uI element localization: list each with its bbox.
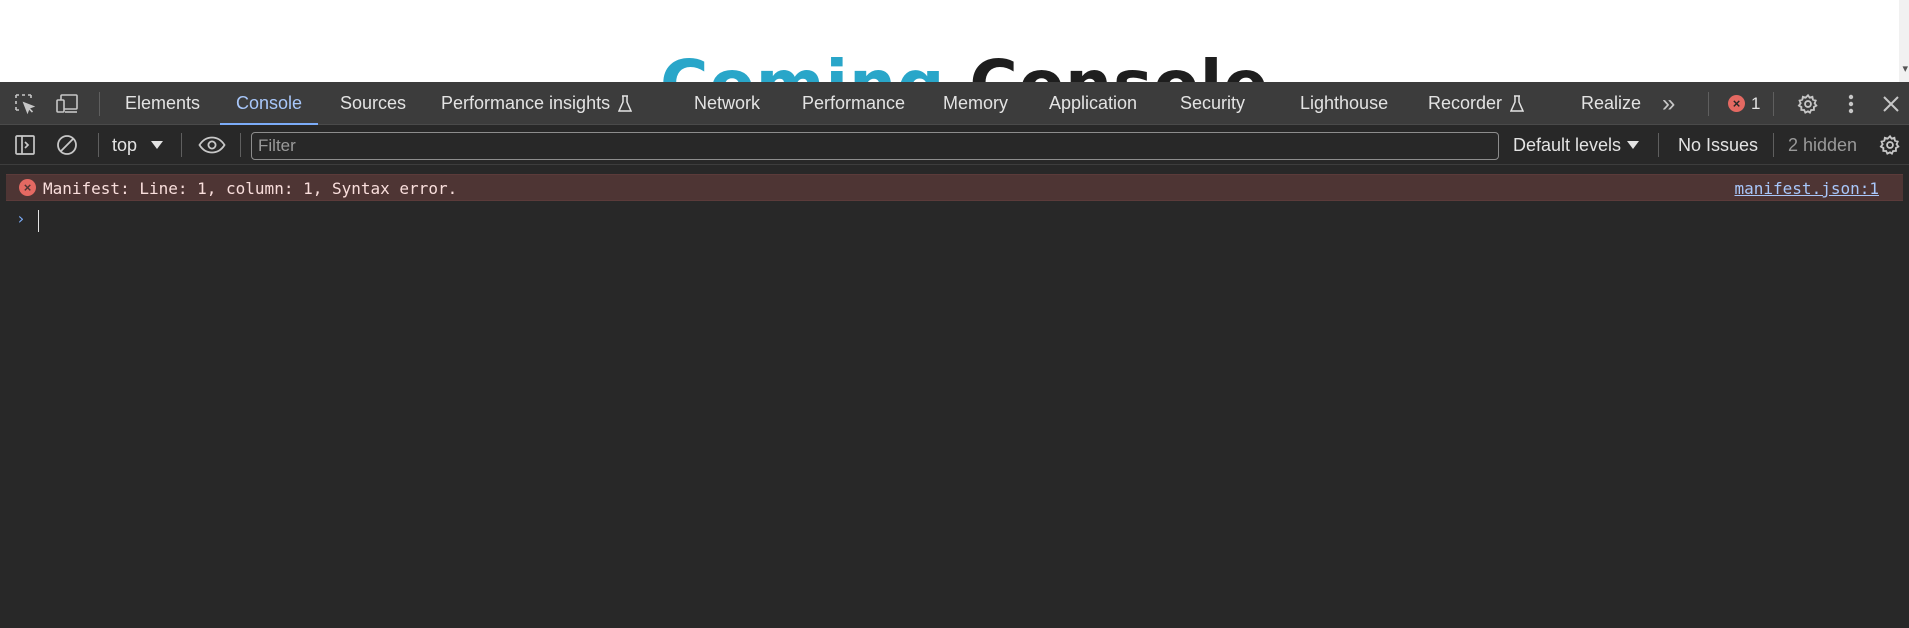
tab-application[interactable]: Application — [1049, 82, 1137, 125]
clear-console-icon[interactable] — [54, 133, 80, 157]
tab-label: Realize — [1581, 93, 1642, 113]
hidden-messages-count: 2 hidden — [1788, 134, 1858, 155]
page-heading: Coming Console — [660, 52, 1269, 83]
page-scrollbar[interactable]: ▾ — [1899, 0, 1909, 82]
toolbar-divider — [240, 133, 241, 157]
error-counter-button[interactable]: × 1 — [1728, 82, 1760, 125]
devtools-panel: Elements Console Sources Performance ins… — [0, 82, 1909, 628]
toolbar-divider — [1773, 133, 1774, 157]
error-message-text: Manifest: Line: 1, column: 1, Syntax err… — [43, 179, 458, 198]
experiment-flask-icon — [1510, 94, 1525, 112]
tab-label: Application — [1049, 93, 1138, 113]
scroll-down-icon[interactable]: ▾ — [1902, 64, 1908, 75]
page-heading-word-1: Coming — [660, 46, 945, 83]
issues-label: No Issues — [1678, 134, 1759, 155]
tab-performance-insights[interactable]: Performance insights — [441, 82, 633, 125]
page-heading-word-2: Console — [969, 46, 1269, 83]
error-icon: × — [19, 179, 36, 196]
more-tabs-chevron-icon[interactable]: » — [1662, 82, 1675, 125]
close-icon[interactable] — [1878, 92, 1904, 116]
filter-input[interactable] — [251, 132, 1499, 160]
settings-gear-icon[interactable] — [1795, 92, 1821, 116]
tab-label: Elements — [125, 93, 201, 113]
tab-label: Performance — [802, 93, 906, 113]
context-label: top — [112, 134, 138, 155]
tab-label: Network — [694, 93, 761, 113]
toolbar-divider — [1708, 92, 1709, 116]
tab-label: Performance insights — [441, 93, 611, 113]
console-prompt[interactable]: › — [0, 208, 1909, 238]
tab-network[interactable]: Network — [694, 82, 760, 125]
prompt-chevron-icon: › — [16, 209, 26, 228]
tab-elements[interactable]: Elements — [125, 82, 200, 125]
tab-memory[interactable]: Memory — [943, 82, 1008, 125]
console-settings-gear-icon[interactable] — [1877, 133, 1903, 157]
more-options-icon[interactable] — [1838, 92, 1864, 116]
tab-label: Lighthouse — [1300, 93, 1389, 113]
tab-label: Security — [1180, 93, 1246, 113]
tab-recorder[interactable]: Recorder — [1428, 82, 1525, 125]
log-levels-label: Default levels — [1513, 134, 1622, 155]
tab-label: Recorder — [1428, 93, 1503, 113]
dropdown-caret-icon — [1627, 141, 1640, 149]
inspected-page: Coming Console ▾ — [0, 0, 1909, 82]
device-toolbar-icon[interactable] — [54, 92, 80, 116]
tab-sources[interactable]: Sources — [340, 82, 406, 125]
toolbar-divider — [1773, 92, 1774, 116]
console-toolbar: top Default levels No Issues 2 hidden — [0, 125, 1909, 165]
tab-label: Console — [236, 93, 303, 113]
tab-label: Sources — [340, 93, 407, 113]
tab-label: Memory — [943, 93, 1009, 113]
show-sidebar-icon[interactable] — [12, 133, 38, 157]
live-expression-eye-icon[interactable] — [197, 133, 227, 157]
tab-security[interactable]: Security — [1180, 82, 1245, 125]
tab-lighthouse[interactable]: Lighthouse — [1300, 82, 1388, 125]
error-count: 1 — [1751, 93, 1761, 113]
console-error-message: × Manifest: Line: 1, column: 1, Syntax e… — [6, 174, 1903, 201]
dropdown-caret-icon — [151, 141, 164, 149]
toolbar-divider — [98, 133, 99, 157]
tab-console[interactable]: Console — [219, 82, 319, 125]
issues-button[interactable]: No Issues — [1678, 125, 1758, 165]
error-icon: × — [1728, 95, 1745, 112]
context-selector[interactable]: top — [112, 125, 164, 165]
toolbar-divider — [99, 92, 100, 116]
toolbar-divider — [181, 133, 182, 157]
console-input[interactable] — [38, 210, 1898, 232]
experiment-flask-icon — [618, 94, 633, 112]
toolbar-divider — [1658, 133, 1659, 157]
log-levels-dropdown[interactable]: Default levels — [1513, 125, 1640, 165]
tab-realize[interactable]: Realize — [1581, 82, 1641, 125]
inspect-element-icon[interactable] — [12, 92, 38, 116]
devtools-tabbar: Elements Console Sources Performance ins… — [0, 82, 1909, 125]
source-link[interactable]: manifest.json:1 — [1735, 179, 1880, 198]
tab-performance[interactable]: Performance — [802, 82, 905, 125]
